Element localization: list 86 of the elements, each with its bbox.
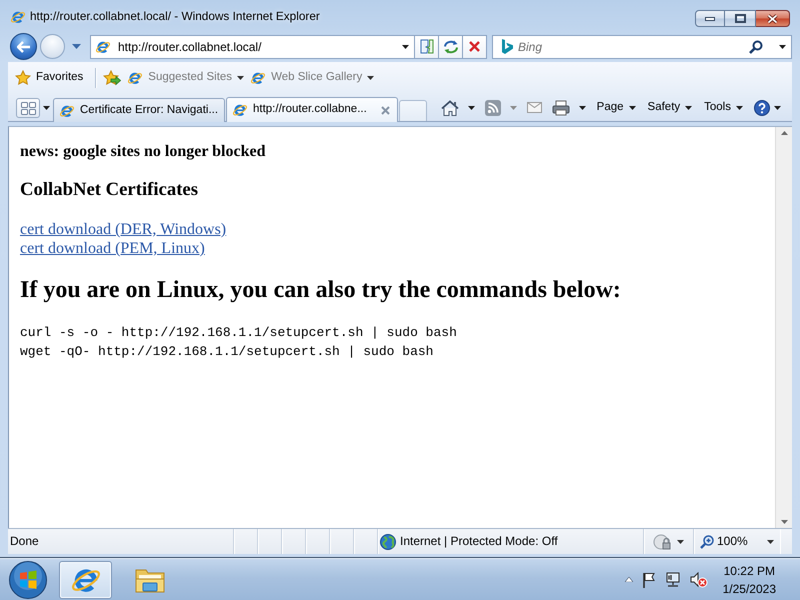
favorites-bar-link[interactable]: Web Slice Gallery (247, 66, 378, 90)
globe-icon (380, 534, 396, 550)
quick-tabs-button[interactable] (16, 98, 40, 118)
caret-icon (72, 44, 81, 49)
maximize-button[interactable] (725, 10, 756, 27)
heading: If you are on Linux, you can also try the commands below: (20, 277, 621, 303)
broken-page-icon (420, 39, 434, 54)
browser-icon (10, 9, 26, 25)
clock-time[interactable]: 10:22 PM (724, 562, 775, 580)
scroll-down-arrow-icon[interactable] (780, 520, 788, 524)
zoom-icon (700, 534, 714, 548)
caret-icon (468, 106, 475, 110)
star-icon (15, 70, 31, 86)
envelope-icon (526, 102, 542, 113)
caret-icon (766, 540, 774, 544)
browser-icon (127, 70, 144, 86)
command-line: curl -s -o - http://192.168.1.1/setupcert.sh | sudo bash (20, 325, 457, 340)
download-link[interactable]: cert download (PEM, Linux) (20, 240, 205, 257)
feed-icon (484, 100, 501, 116)
menu-button[interactable]: Tools (698, 96, 749, 118)
menu-button[interactable]: Safety (642, 96, 698, 118)
caret-icon (628, 106, 636, 110)
caret-icon (510, 106, 517, 110)
scrollbar[interactable] (775, 127, 792, 528)
close-button[interactable] (756, 10, 790, 27)
command-line: wget -qO- http://192.168.1.1/setupcert.sh | sudo bash (20, 344, 434, 359)
window-title: http://router.collabnet.local/ - Windows Internet Explorer (30, 9, 320, 24)
favorites-button[interactable]: Favorites (12, 66, 86, 90)
arrow-left-icon (16, 40, 30, 52)
caret-icon (578, 106, 586, 110)
grid-icon (20, 102, 36, 114)
compatibility-view-button[interactable] (415, 34, 439, 58)
maximize-icon (734, 14, 746, 23)
caret-icon (42, 106, 50, 110)
security-zone-text: Internet | Protected Mode: Off (400, 534, 558, 549)
caret-icon (736, 106, 743, 110)
search-box[interactable]: Bing (492, 34, 792, 58)
minimize-button[interactable] (695, 10, 725, 27)
browser-tab[interactable]: Certificate Error: Navigati... (53, 98, 225, 122)
address-bar[interactable]: http://router.collabnet.local/ (90, 34, 415, 58)
caret-icon (237, 76, 244, 80)
browser-icon (59, 102, 75, 118)
flag-icon[interactable] (642, 572, 656, 588)
status-text: Done (10, 534, 39, 549)
search-provider-icon (502, 39, 513, 54)
up-arrow-icon[interactable] (624, 577, 633, 582)
printer-icon (552, 100, 570, 116)
caret-icon (774, 106, 781, 110)
start-orb-icon (9, 560, 47, 598)
caret-icon[interactable] (677, 540, 684, 544)
download-link[interactable]: cert download (DER, Windows) (20, 221, 226, 238)
browser-icon (232, 102, 248, 118)
news-text: news: google sites no longer blocked (20, 143, 266, 160)
caret-icon[interactable] (779, 44, 786, 48)
section-heading: CollabNet Certificates (20, 179, 198, 200)
favorites-bar-link[interactable]: Suggested Sites (124, 66, 248, 90)
zoom-button[interactable]: 100% (694, 529, 780, 554)
browser-icon (250, 70, 266, 86)
caret-icon (367, 76, 374, 80)
help-icon (754, 100, 770, 116)
caret-icon[interactable] (402, 44, 409, 48)
home-icon (440, 100, 459, 116)
menu-button[interactable]: Page (590, 96, 642, 118)
network-icon[interactable] (664, 572, 681, 588)
start-button[interactable] (8, 560, 48, 600)
recent-pages-button[interactable] (72, 44, 81, 49)
refresh-button[interactable] (439, 34, 463, 58)
browser-tab[interactable]: http://router.collabne... (226, 97, 398, 122)
clock-date[interactable]: 1/25/2023 (722, 580, 776, 598)
browser-icon (95, 38, 111, 54)
scroll-up-arrow-icon[interactable] (780, 131, 788, 135)
search-field[interactable]: Bing (518, 38, 745, 56)
back-button[interactable] (10, 33, 37, 60)
taskbar-button[interactable] (59, 560, 112, 598)
close-icon[interactable] (381, 106, 390, 114)
address-field[interactable]: http://router.collabnet.local/ (116, 38, 402, 56)
minimize-icon (705, 16, 715, 20)
lock-icon (653, 534, 671, 550)
search-icon[interactable] (749, 40, 763, 54)
speaker-muted-icon[interactable] (690, 572, 708, 588)
stop-button[interactable] (463, 34, 487, 58)
caret-icon (685, 106, 692, 110)
stop-icon (469, 41, 480, 52)
star-arrow-icon (103, 70, 122, 86)
refresh-icon (442, 40, 458, 54)
close-icon (767, 14, 778, 24)
